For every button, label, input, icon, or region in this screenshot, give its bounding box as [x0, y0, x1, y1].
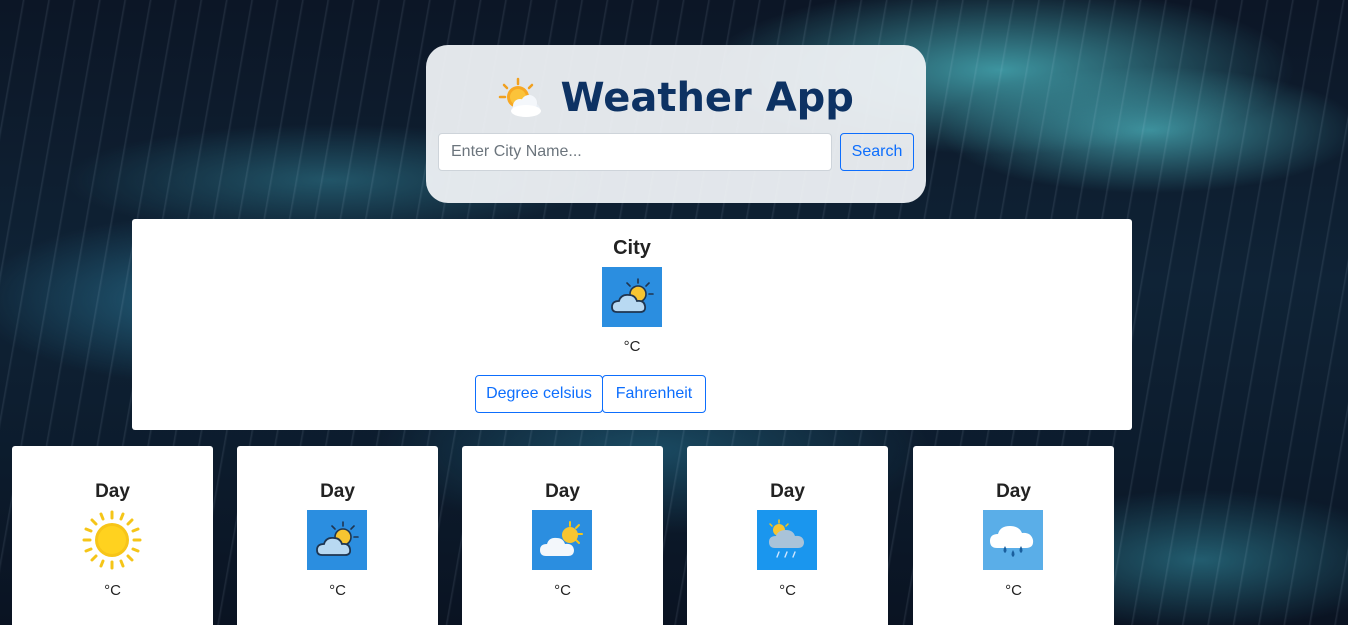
- forecast-day: Day: [95, 481, 130, 502]
- partly-cloudy-icon: [307, 510, 367, 570]
- current-temperature: °C: [623, 338, 641, 355]
- forecast-temperature: °C: [1005, 582, 1022, 599]
- header-card: Weather App Search: [426, 45, 926, 203]
- forecast-card: Day °C: [237, 446, 438, 625]
- forecast-card: Day °C: [462, 446, 663, 625]
- rain-cloud-icon: [757, 510, 817, 570]
- forecast-temperature: °C: [554, 582, 571, 599]
- city-name: City: [613, 237, 651, 259]
- heavy-rain-icon: [983, 510, 1043, 570]
- app-title: Weather App: [560, 75, 854, 121]
- app-title-row: Weather App: [426, 75, 926, 135]
- city-search-input[interactable]: [438, 133, 832, 171]
- sunny-icon: [82, 510, 142, 570]
- partly-cloudy-icon: [602, 267, 662, 327]
- forecast-card: Day °C: [687, 446, 888, 625]
- forecast-day: Day: [996, 481, 1031, 502]
- search-button[interactable]: Search: [840, 133, 914, 171]
- forecast-temperature: °C: [329, 582, 346, 599]
- cloud-sun-icon: [532, 510, 592, 570]
- forecast-card: Day °C: [913, 446, 1114, 625]
- sun-behind-cloud-icon: [498, 77, 542, 117]
- current-weather-card: City °C Degree celsius Fahrenheit: [132, 219, 1132, 430]
- celsius-button[interactable]: Degree celsius: [475, 375, 603, 413]
- forecast-temperature: °C: [104, 582, 121, 599]
- forecast-day: Day: [770, 481, 805, 502]
- forecast-day: Day: [320, 481, 355, 502]
- forecast-card: Day °C: [12, 446, 213, 625]
- forecast-temperature: °C: [779, 582, 796, 599]
- fahrenheit-button[interactable]: Fahrenheit: [602, 375, 706, 413]
- forecast-day: Day: [545, 481, 580, 502]
